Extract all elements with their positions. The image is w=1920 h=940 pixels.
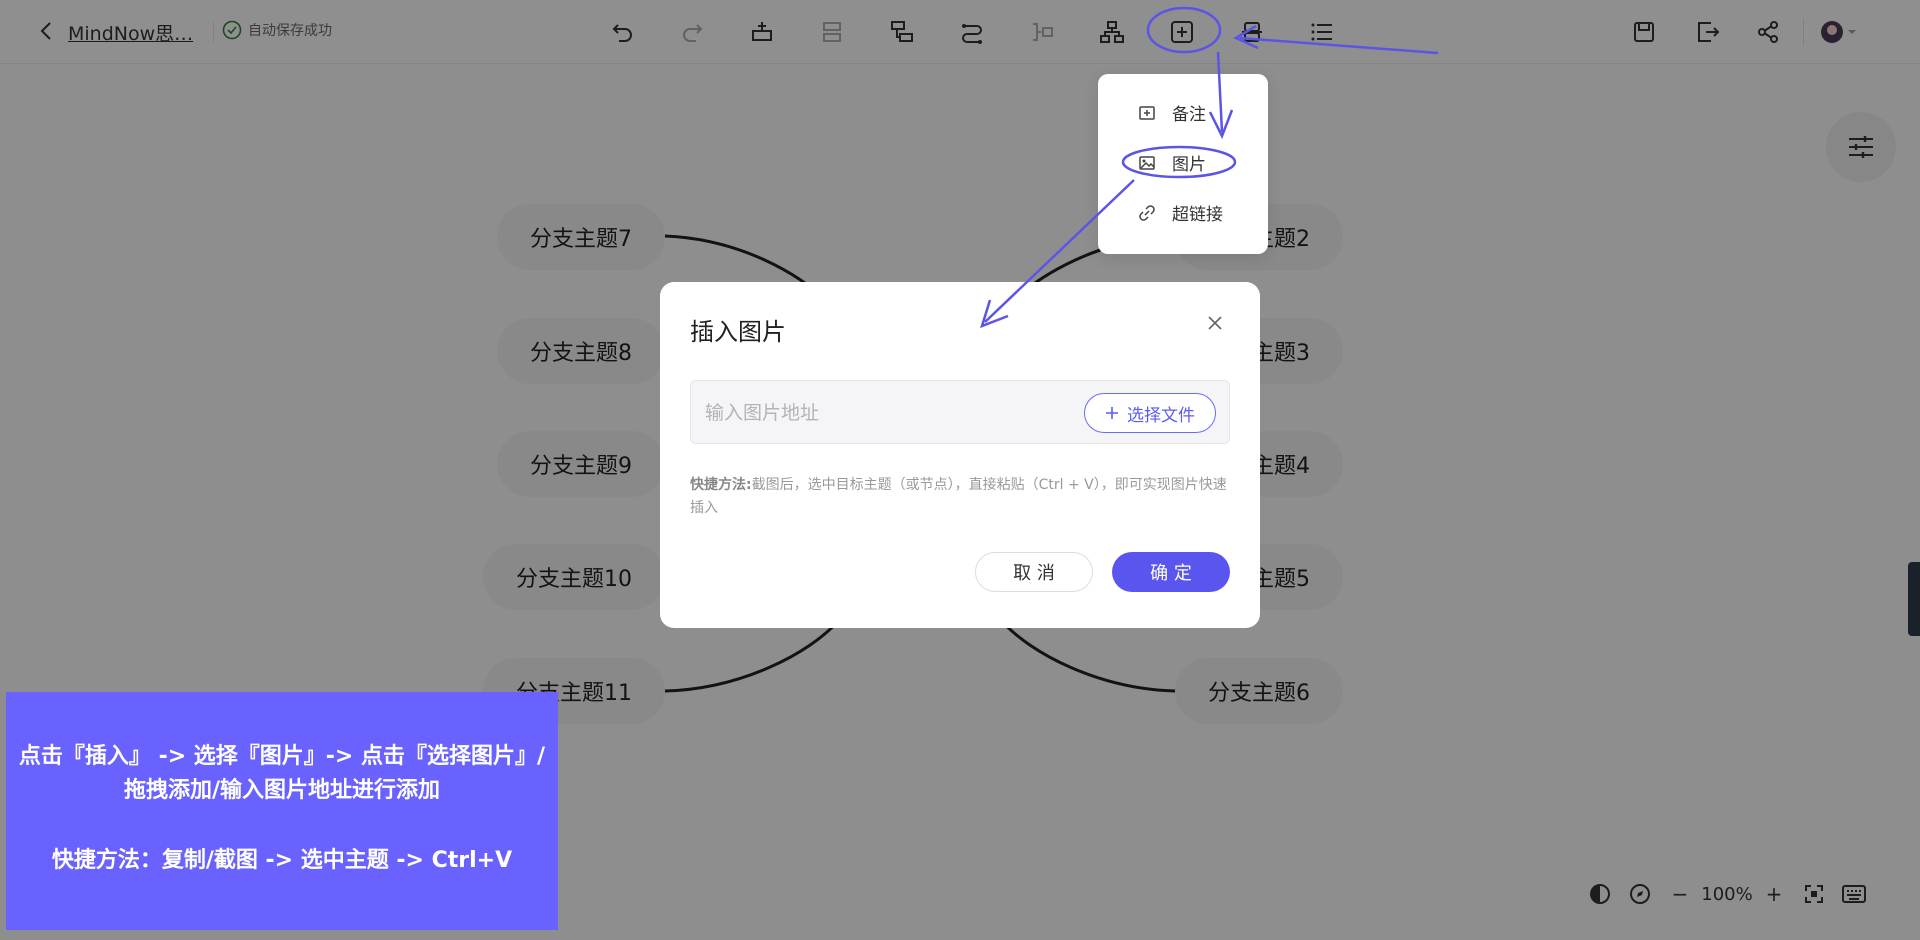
close-icon[interactable]: [1200, 308, 1230, 338]
link-icon: [1139, 204, 1155, 221]
image-url-box: 选择文件: [690, 380, 1230, 444]
menu-item-image[interactable]: 图片: [1138, 150, 1206, 175]
menu-item-link[interactable]: 超链接: [1138, 200, 1223, 225]
dialog-title: 插入图片: [690, 318, 786, 346]
image-url-input[interactable]: [705, 399, 1065, 427]
tip-text: 快捷方法:截图后，选中目标主题（或节点），直接粘贴（Ctrl + V），即可实现…: [690, 477, 1227, 516]
plus-icon: [1106, 407, 1118, 419]
insert-image-dialog: 插入图片 选择文件 快捷方法:截图后，选中目标主题（或节点），直接粘贴（Ctrl…: [660, 282, 1260, 628]
note-icon: [1139, 105, 1155, 120]
menu-item-note[interactable]: 备注: [1138, 100, 1206, 125]
cancel-button[interactable]: 取 消: [975, 552, 1093, 592]
choose-file-button[interactable]: 选择文件: [1084, 393, 1216, 433]
confirm-button[interactable]: 确 定: [1112, 552, 1230, 592]
image-icon: [1139, 155, 1155, 170]
tutorial-line-2: 快捷方法：复制/截图 -> 选中主题 -> Ctrl+V: [51, 848, 513, 873]
insert-dropdown: 备注 图片 超链接: [1098, 74, 1268, 254]
tutorial-box: 点击『插入』 -> 选择『图片』-> 点击『选择图片』/拖拽添加/输入图片地址进…: [6, 692, 558, 930]
tutorial-line-1: 点击『插入』 -> 选择『图片』-> 点击『选择图片』/拖拽添加/输入图片地址进…: [18, 744, 546, 803]
